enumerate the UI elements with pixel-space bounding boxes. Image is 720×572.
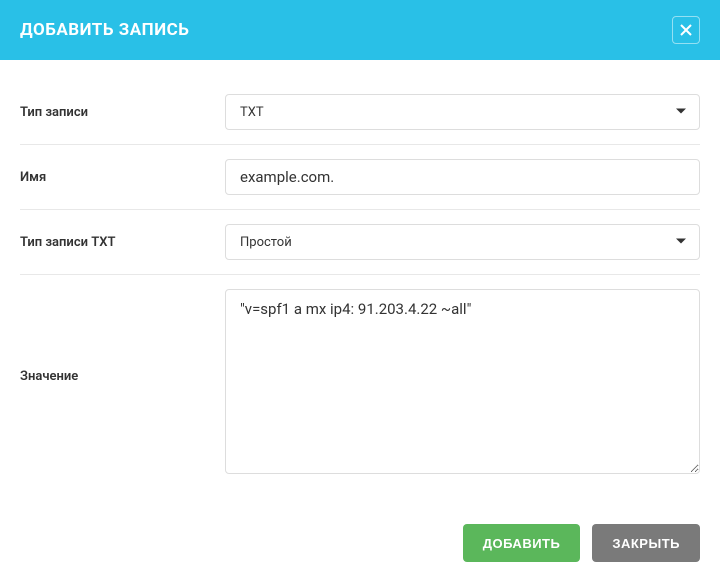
txt-type-value: Простой [240, 235, 292, 250]
form-row-name: Имя [20, 145, 700, 210]
modal-title: ДОБАВИТЬ ЗАПИСЬ [20, 20, 189, 40]
close-icon [678, 22, 694, 38]
record-type-label: Тип записи [20, 105, 225, 120]
add-record-modal: ДОБАВИТЬ ЗАПИСЬ Тип записи TXT Имя [0, 0, 720, 537]
modal-body: Тип записи TXT Имя Тип записи TXT Просто [0, 60, 720, 512]
add-button[interactable]: ДОБАВИТЬ [463, 524, 581, 562]
record-type-select[interactable]: TXT [225, 94, 700, 130]
name-input[interactable] [225, 159, 700, 195]
value-label: Значение [20, 289, 225, 384]
close-footer-button[interactable]: ЗАКРЫТЬ [592, 524, 700, 562]
txt-type-label: Тип записи TXT [20, 235, 225, 250]
modal-footer: ДОБАВИТЬ ЗАКРЫТЬ [0, 512, 720, 572]
form-row-txt-type: Тип записи TXT Простой [20, 210, 700, 275]
form-row-value: Значение [20, 275, 700, 492]
value-textarea[interactable] [225, 289, 700, 474]
close-button[interactable] [672, 16, 700, 44]
chevron-down-icon [675, 235, 687, 250]
modal-header: ДОБАВИТЬ ЗАПИСЬ [0, 0, 720, 60]
chevron-down-icon [675, 105, 687, 120]
record-type-value: TXT [240, 105, 264, 120]
form-row-record-type: Тип записи TXT [20, 80, 700, 145]
txt-type-select[interactable]: Простой [225, 224, 700, 260]
name-label: Имя [20, 170, 225, 185]
